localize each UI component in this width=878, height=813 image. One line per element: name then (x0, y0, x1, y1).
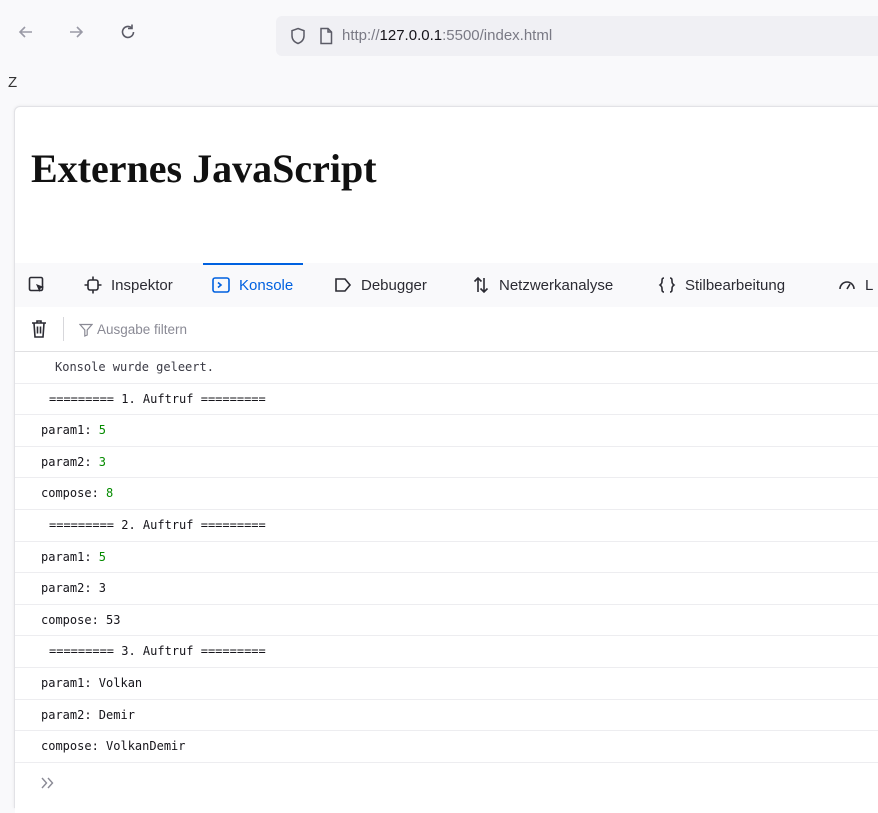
devtools-tab-bar: Inspektor Konsole Debugger Netzwerkanaly… (15, 263, 878, 308)
trash-icon[interactable] (29, 318, 49, 340)
reload-icon[interactable] (114, 18, 142, 46)
stray-text: Z (8, 74, 18, 91)
console-entry: param2: 3 (41, 573, 106, 603)
console-value: 3 (98, 454, 107, 469)
console-entry: param1: 5 (41, 415, 106, 445)
console-label: param2: (41, 707, 99, 722)
console-entry: param2: 3 (41, 447, 106, 477)
console-log-row: compose: 8 (15, 478, 878, 510)
chevron-right-icon[interactable] (39, 774, 59, 794)
console-log-row: param2: Demir (15, 700, 878, 732)
inspector-icon (83, 275, 103, 295)
page-info-icon[interactable] (316, 26, 336, 46)
toolbar-divider (63, 317, 64, 341)
tracking-shield-icon[interactable] (288, 26, 308, 46)
console-separator-row: ========= 3. Auftruf ========= (15, 636, 878, 668)
console-log-row: param2: 3 (15, 447, 878, 479)
console-label: param1: (41, 423, 99, 438)
console-log-row: param1: Volkan (15, 668, 878, 700)
performance-icon (837, 275, 857, 295)
tab-label: Konsole (239, 276, 294, 294)
console-value: Volkan (98, 676, 143, 690)
console-label: compose: (41, 612, 107, 627)
tab-label: Netzwerkanalyse (499, 276, 614, 294)
tab-konsole[interactable]: Konsole (202, 263, 304, 307)
tab-inspektor[interactable]: Inspektor (83, 263, 173, 307)
debugger-icon (333, 275, 353, 295)
console-separator-row: ========= 2. Auftruf ========= (15, 510, 878, 542)
console-value: 53 (106, 612, 121, 627)
console-entry: param1: Volkan (41, 668, 142, 698)
console-value: 3 (98, 581, 107, 596)
tab-label: Debugger (361, 276, 427, 294)
console-entry: compose: 8 (41, 478, 113, 508)
tab-label: Stilbearbeitung (685, 276, 786, 294)
console-toolbar (15, 307, 878, 352)
console-text: ========= 3. Auftruf ========= (49, 644, 266, 659)
forward-arrow-icon[interactable] (62, 18, 90, 46)
tab-netzwerkanalyse[interactable]: Netzwerkanalyse (471, 263, 613, 307)
console-entry: compose: 53 (41, 605, 120, 635)
tab-label: L (865, 276, 874, 294)
devtools-panel: Inspektor Konsole Debugger Netzwerkanaly… (15, 263, 878, 813)
page-heading: Externes JavaScript (31, 146, 377, 191)
console-text: ========= 2. Auftruf ========= (49, 518, 266, 532)
console-entry: compose: VolkanDemir (41, 731, 186, 761)
page-viewport: Externes JavaScript Inspektor Konsole De… (14, 106, 878, 813)
console-value: 8 (106, 486, 114, 501)
console-log-row: param1: 5 (15, 542, 878, 574)
tab-label: Inspektor (111, 276, 173, 294)
console-text: ========= 1. Auftruf ========= (49, 391, 266, 406)
console-filter-input[interactable] (97, 319, 397, 339)
console-log-row: compose: VolkanDemir (15, 731, 878, 763)
console-text: Konsole wurde geleert. (55, 360, 214, 374)
console-label: param1: (41, 549, 99, 564)
console-label: param2: (41, 454, 99, 469)
console-label: param2: (41, 581, 99, 596)
console-label: param1: (41, 676, 99, 690)
tab-performance[interactable]: L (837, 263, 873, 307)
console-log-row: param2: 3 (15, 573, 878, 605)
console-icon (211, 275, 231, 295)
tab-stilbearbeitung[interactable]: Stilbearbeitung (657, 263, 785, 307)
console-value: 5 (98, 423, 107, 438)
console-log-row: param1: 5 (15, 415, 878, 447)
console-value: VolkanDemir (106, 739, 186, 754)
console-value: 5 (98, 549, 107, 564)
console-label: compose: (41, 739, 107, 754)
filter-icon (79, 323, 93, 337)
browser-toolbar: http://127.0.0.1:5500/index.html (0, 0, 878, 78)
back-arrow-icon[interactable] (12, 18, 40, 46)
console-entry: param1: 5 (41, 542, 106, 572)
console-separator-row: ========= 1. Auftruf ========= (15, 384, 878, 416)
console-entry: param2: Demir (41, 700, 135, 730)
tab-debugger[interactable]: Debugger (333, 263, 427, 307)
console-log-row: compose: 53 (15, 605, 878, 637)
console-cleared-message: Konsole wurde geleert. (15, 352, 878, 384)
address-bar[interactable]: http://127.0.0.1:5500/index.html (276, 16, 878, 56)
element-picker-icon[interactable] (27, 275, 47, 295)
console-label: compose: (41, 486, 107, 501)
style-editor-icon (657, 275, 677, 295)
console-value: Demir (98, 707, 135, 722)
url-text: http://127.0.0.1:5500/index.html (342, 27, 553, 44)
network-icon (471, 275, 491, 295)
